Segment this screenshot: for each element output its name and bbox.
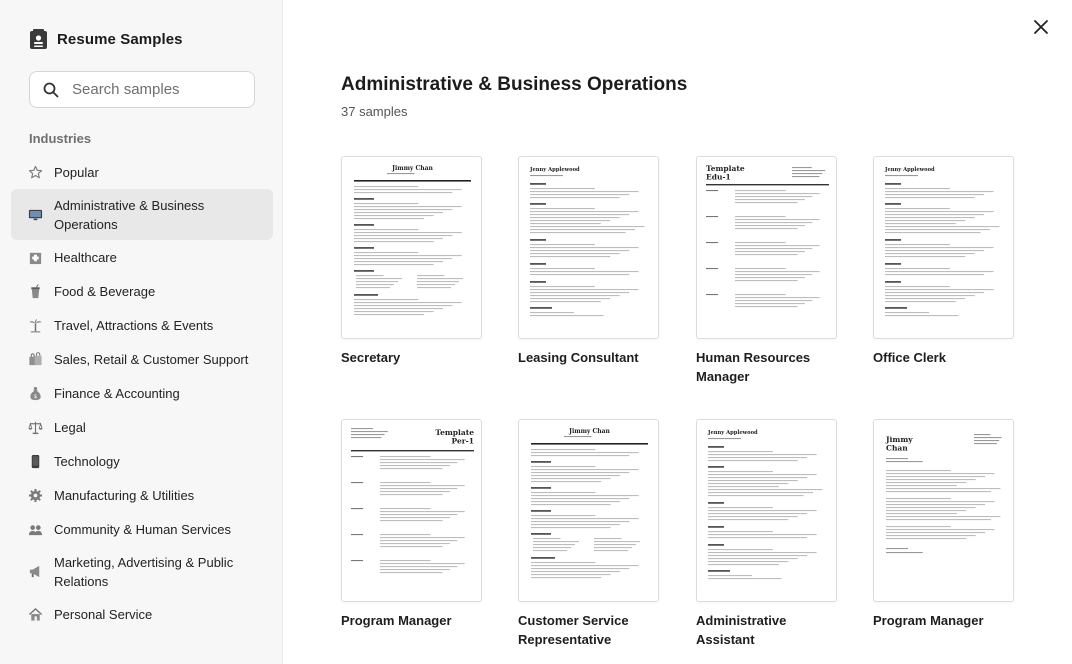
- resume-name: Jimmy Chan: [568, 428, 610, 435]
- palm-tree-icon: [27, 317, 43, 333]
- sidebar-item-sales[interactable]: Sales, Retail & Customer Support: [11, 342, 273, 376]
- sample-title: Human Resources Manager: [696, 350, 811, 384]
- people-icon: [27, 521, 43, 537]
- sidebar: Resume Samples Industries Popular Admini…: [0, 0, 283, 664]
- brand: Resume Samples: [29, 28, 183, 50]
- resume-thumbnail: Jimmy Chan: [341, 156, 482, 339]
- sample-count: 37 samples: [341, 104, 408, 119]
- resume-thumbnail: Template Edu-1: [696, 156, 837, 339]
- search-input[interactable]: [72, 81, 242, 98]
- sidebar-item-label: Administrative & Business Operations: [54, 197, 205, 232]
- sidebar-item-label: Manufacturing & Utilities: [54, 487, 195, 503]
- sample-card[interactable]: Jimmy Chan Customer Service Representati…: [518, 419, 659, 649]
- sidebar-item-manufacturing[interactable]: Manufacturing & Utilities: [11, 478, 273, 512]
- sidebar-item-label: Sales, Retail & Customer Support: [54, 351, 249, 367]
- money-bag-icon: $: [27, 385, 43, 401]
- resume-preview-art: JimmyChan: [885, 434, 1002, 554]
- resume-name: Jenny Applewood: [884, 167, 935, 173]
- sidebar-item-label: Technology: [54, 453, 120, 469]
- resume-preview-art: Jimmy Chan: [354, 165, 471, 316]
- sidebar-item-label: Travel, Attractions & Events: [54, 317, 214, 333]
- monitor-icon: [27, 207, 43, 223]
- resume-thumbnail: Jenny Applewood: [518, 156, 659, 339]
- sample-card[interactable]: Template Edu-1 Human Resources Manager: [696, 156, 837, 386]
- svg-text:$: $: [33, 394, 37, 400]
- resume-thumbnail: Jenny Applewood: [696, 419, 837, 602]
- sidebar-item-personal-service[interactable]: Personal Service: [11, 597, 273, 631]
- sidebar-item-travel[interactable]: Travel, Attractions & Events: [11, 308, 273, 342]
- sidebar-item-label: Marketing, Advertising & Public Relation…: [54, 554, 234, 589]
- sample-title: Customer Service Representative: [518, 613, 629, 647]
- sample-card[interactable]: Jimmy Chan Program Manager: [873, 419, 1014, 630]
- industry-list: Popular Administrative & Business Operat…: [11, 155, 273, 631]
- resume-thumbnail: Template Per-1: [341, 419, 482, 602]
- resume-name: Jimmy Chan: [391, 165, 433, 172]
- house-icon: [27, 606, 43, 622]
- shopping-bags-icon: [27, 351, 43, 367]
- sidebar-item-finance[interactable]: $ Finance & Accounting: [11, 376, 273, 410]
- sidebar-item-healthcare[interactable]: Healthcare: [11, 240, 273, 274]
- resume-name: Jenny Applewood: [707, 430, 758, 436]
- page-title: Administrative & Business Operations: [341, 74, 688, 95]
- gear-icon: [27, 487, 43, 503]
- sidebar-item-popular[interactable]: Popular: [11, 155, 273, 189]
- sidebar-item-label: Community & Human Services: [54, 521, 231, 537]
- app-title: Resume Samples: [57, 30, 183, 48]
- sidebar-item-label: Finance & Accounting: [54, 385, 180, 401]
- resume-name: Jenny Applewood: [529, 167, 580, 173]
- resume-thumbnail: Jimmy Chan: [518, 419, 659, 602]
- star-icon: [27, 164, 43, 180]
- sample-card[interactable]: Jenny Applewood Office Clerk: [873, 156, 1014, 367]
- megaphone-icon: [27, 564, 43, 580]
- sidebar-item-label: Legal: [54, 419, 86, 435]
- resume-name: Per-1: [452, 437, 475, 446]
- search-icon: [43, 82, 59, 97]
- sidebar-item-label: Food & Beverage: [54, 283, 156, 299]
- industries-heading: Industries: [29, 131, 92, 146]
- sample-card[interactable]: Jenny Applewood Leasing Consultant: [518, 156, 659, 367]
- resume-thumbnail: Jimmy Chan: [873, 419, 1014, 602]
- sample-card[interactable]: Template Per-1 Program Manager: [341, 419, 482, 630]
- sidebar-item-community[interactable]: Community & Human Services: [11, 512, 273, 546]
- resume-preview-art: TemplateEdu-1: [706, 164, 829, 308]
- smartphone-icon: [27, 453, 43, 469]
- close-icon[interactable]: [1030, 16, 1052, 38]
- resume-preview-art: Jenny Applewood: [529, 167, 645, 317]
- sample-title: Administrative Assistant: [696, 613, 787, 647]
- resume-name: Chan: [886, 444, 908, 453]
- sample-title: Leasing Consultant: [518, 350, 639, 365]
- resume-thumbnail: Jenny Applewood: [873, 156, 1014, 339]
- scales-icon: [27, 419, 43, 435]
- search-box[interactable]: [29, 71, 255, 108]
- sample-title: Secretary: [341, 350, 401, 365]
- sample-title: Office Clerk: [873, 350, 946, 365]
- sidebar-item-label: Popular: [54, 164, 99, 180]
- sidebar-item-legal[interactable]: Legal: [11, 410, 273, 444]
- sidebar-item-administrative[interactable]: Administrative & Business Operations: [11, 189, 273, 240]
- sidebar-item-food-beverage[interactable]: Food & Beverage: [11, 274, 273, 308]
- resume-preview-art: Jenny Applewood: [884, 167, 1000, 317]
- resume-preview-art: TemplatePer-1: [351, 428, 475, 574]
- drink-cup-icon: [27, 283, 43, 299]
- resume-preview-art: Jenny Applewood: [707, 430, 823, 580]
- sample-title: Program Manager: [341, 613, 452, 628]
- resume-book-icon: [30, 29, 47, 49]
- sidebar-item-technology[interactable]: Technology: [11, 444, 273, 478]
- sidebar-item-label: Healthcare: [54, 249, 117, 265]
- resume-name: Edu-1: [706, 173, 731, 182]
- resume-preview-art: Jimmy Chan: [531, 428, 648, 579]
- sidebar-item-marketing[interactable]: Marketing, Advertising & Public Relation…: [11, 546, 273, 597]
- sidebar-item-label: Personal Service: [54, 606, 153, 622]
- sample-card[interactable]: Jenny Applewood Administrative Assistant: [696, 419, 837, 649]
- sample-title: Program Manager: [873, 613, 984, 628]
- sample-card[interactable]: Jimmy Chan Secretary: [341, 156, 482, 367]
- hospital-icon: [27, 249, 43, 265]
